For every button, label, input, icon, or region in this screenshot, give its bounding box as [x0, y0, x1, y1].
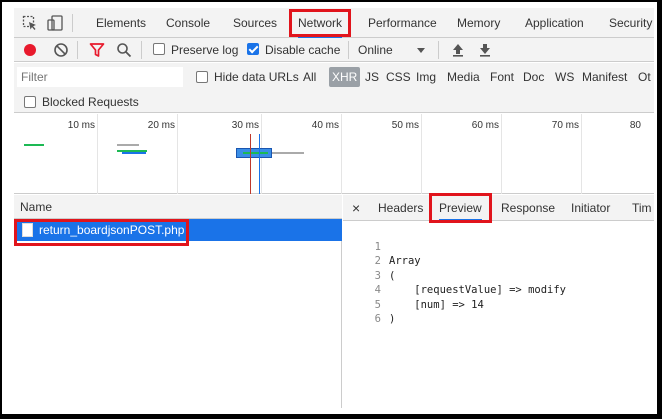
- preserve-log-label[interactable]: Preserve log: [171, 38, 238, 62]
- line-number: 6: [374, 313, 381, 325]
- inspect-element-icon[interactable]: [22, 15, 38, 31]
- filter-type-media[interactable]: Media: [447, 67, 480, 87]
- tab-headers[interactable]: Headers: [378, 195, 423, 221]
- blocked-requests-bar: Blocked Requests: [14, 91, 654, 113]
- timeline-label: 20 ms: [147, 120, 175, 131]
- tab-security[interactable]: Security: [609, 8, 652, 38]
- search-icon[interactable]: [116, 42, 132, 58]
- tab-elements[interactable]: Elements: [96, 8, 146, 38]
- blocked-requests-checkbox[interactable]: [24, 96, 36, 108]
- timeline-gridline: [581, 114, 582, 194]
- timeline-gridline: [177, 114, 178, 194]
- timeline-label: 80: [629, 120, 641, 131]
- name-column-header[interactable]: Name: [14, 195, 342, 219]
- tab-sources[interactable]: Sources: [233, 8, 277, 38]
- timeline-gridline: [421, 114, 422, 194]
- filter-type-other[interactable]: Ot: [638, 67, 651, 87]
- device-toolbar-icon[interactable]: [47, 15, 63, 31]
- network-overview-timeline[interactable]: 10 ms 20 ms 30 ms 40 ms 50 ms 60 ms 70 m…: [14, 114, 654, 194]
- code-line: 4 [num] => 14: [343, 269, 654, 311]
- load-event-marker: [250, 134, 251, 194]
- timeline-label: 70 ms: [551, 120, 579, 131]
- filter-type-manifest[interactable]: Manifest: [582, 67, 627, 87]
- toolbar-divider: [77, 41, 78, 59]
- filter-type-js[interactable]: JS: [365, 67, 379, 87]
- tab-initiator[interactable]: Initiator: [571, 195, 610, 221]
- detail-tabbar: × Headers Preview Response Initiator Tim: [343, 195, 654, 221]
- dom-content-loaded-marker: [259, 134, 260, 194]
- tab-memory[interactable]: Memory: [457, 8, 500, 38]
- throttling-select[interactable]: Online: [358, 38, 393, 62]
- clear-icon[interactable]: [53, 42, 69, 58]
- toolbar-divider: [141, 41, 142, 59]
- import-har-icon[interactable]: [450, 42, 466, 58]
- network-toolbar: Preserve log Disable cache Online: [14, 38, 654, 62]
- devtools-window: Elements Console Sources Network Perform…: [14, 8, 654, 408]
- code-line: 6: [343, 298, 654, 325]
- screenshot-frame: Elements Console Sources Network Perform…: [0, 0, 662, 419]
- disable-cache-checkbox[interactable]: [247, 43, 259, 55]
- filter-type-css[interactable]: CSS: [386, 67, 411, 87]
- filter-type-ws[interactable]: WS: [555, 67, 574, 87]
- timeline-gridline: [341, 114, 342, 194]
- request-name[interactable]: return_boardjsonPOST.php: [39, 219, 184, 241]
- filter-type-xhr[interactable]: XHR: [329, 67, 361, 87]
- devtools-tabbar: Elements Console Sources Network Perform…: [14, 8, 654, 38]
- timeline-label: 30 ms: [231, 120, 259, 131]
- tab-network[interactable]: Network: [298, 8, 343, 38]
- file-icon: [22, 223, 33, 237]
- timeline-label: 40 ms: [311, 120, 339, 131]
- hide-data-urls-checkbox[interactable]: [196, 71, 208, 83]
- toolbar-divider: [348, 41, 349, 59]
- request-bar: [117, 144, 139, 146]
- timeline-label: 50 ms: [391, 120, 419, 131]
- tab-console[interactable]: Console: [166, 8, 210, 38]
- request-bar: [122, 152, 146, 154]
- tab-performance[interactable]: Performance: [368, 8, 437, 38]
- filter-type-img[interactable]: Img: [416, 67, 436, 87]
- timeline-label: 10 ms: [67, 120, 95, 131]
- toolbar-divider: [438, 41, 439, 59]
- preserve-log-checkbox[interactable]: [153, 43, 165, 55]
- tab-response[interactable]: Response: [501, 195, 555, 221]
- record-button[interactable]: [24, 44, 36, 56]
- filter-bar: Hide data URLs All XHR JS CSS Img Media …: [14, 63, 654, 91]
- tab-application[interactable]: Application: [525, 8, 584, 38]
- hide-data-urls-label[interactable]: Hide data URLs: [214, 67, 299, 87]
- filter-input[interactable]: [17, 67, 183, 87]
- timeline-gridline: [97, 114, 98, 194]
- requests-pane: Name return_boardjsonPOST.php: [14, 195, 342, 408]
- tab-timing[interactable]: Tim: [632, 195, 652, 221]
- timeline-label: 60 ms: [471, 120, 499, 131]
- chevron-down-icon[interactable]: [416, 43, 426, 57]
- filter-type-doc[interactable]: Doc: [523, 67, 544, 87]
- filter-type-font[interactable]: Font: [490, 67, 514, 87]
- request-bar: [24, 144, 44, 146]
- export-har-icon[interactable]: [477, 42, 493, 58]
- toolbar-divider: [72, 14, 73, 32]
- timeline-gridline: [501, 114, 502, 194]
- close-icon[interactable]: ×: [352, 195, 360, 221]
- code-line: 5 ): [343, 283, 654, 326]
- request-bar: [272, 152, 304, 154]
- blocked-requests-label[interactable]: Blocked Requests: [42, 91, 139, 113]
- table-row[interactable]: return_boardjsonPOST.php: [14, 219, 342, 241]
- filter-icon[interactable]: [89, 42, 105, 58]
- disable-cache-label[interactable]: Disable cache: [265, 38, 340, 62]
- code-line: 2 (: [343, 240, 654, 282]
- filter-type-all[interactable]: All: [303, 67, 316, 87]
- code-line: 3 [requestValue] => modify: [343, 254, 654, 297]
- code-line: 1 Array: [343, 225, 654, 268]
- request-detail-pane: × Headers Preview Response Initiator Tim…: [343, 195, 654, 408]
- request-bar: [243, 152, 268, 154]
- tab-preview[interactable]: Preview: [439, 195, 482, 221]
- preview-code: 1 Array 2 ( 3 [requestValue] => modify 4…: [343, 225, 654, 326]
